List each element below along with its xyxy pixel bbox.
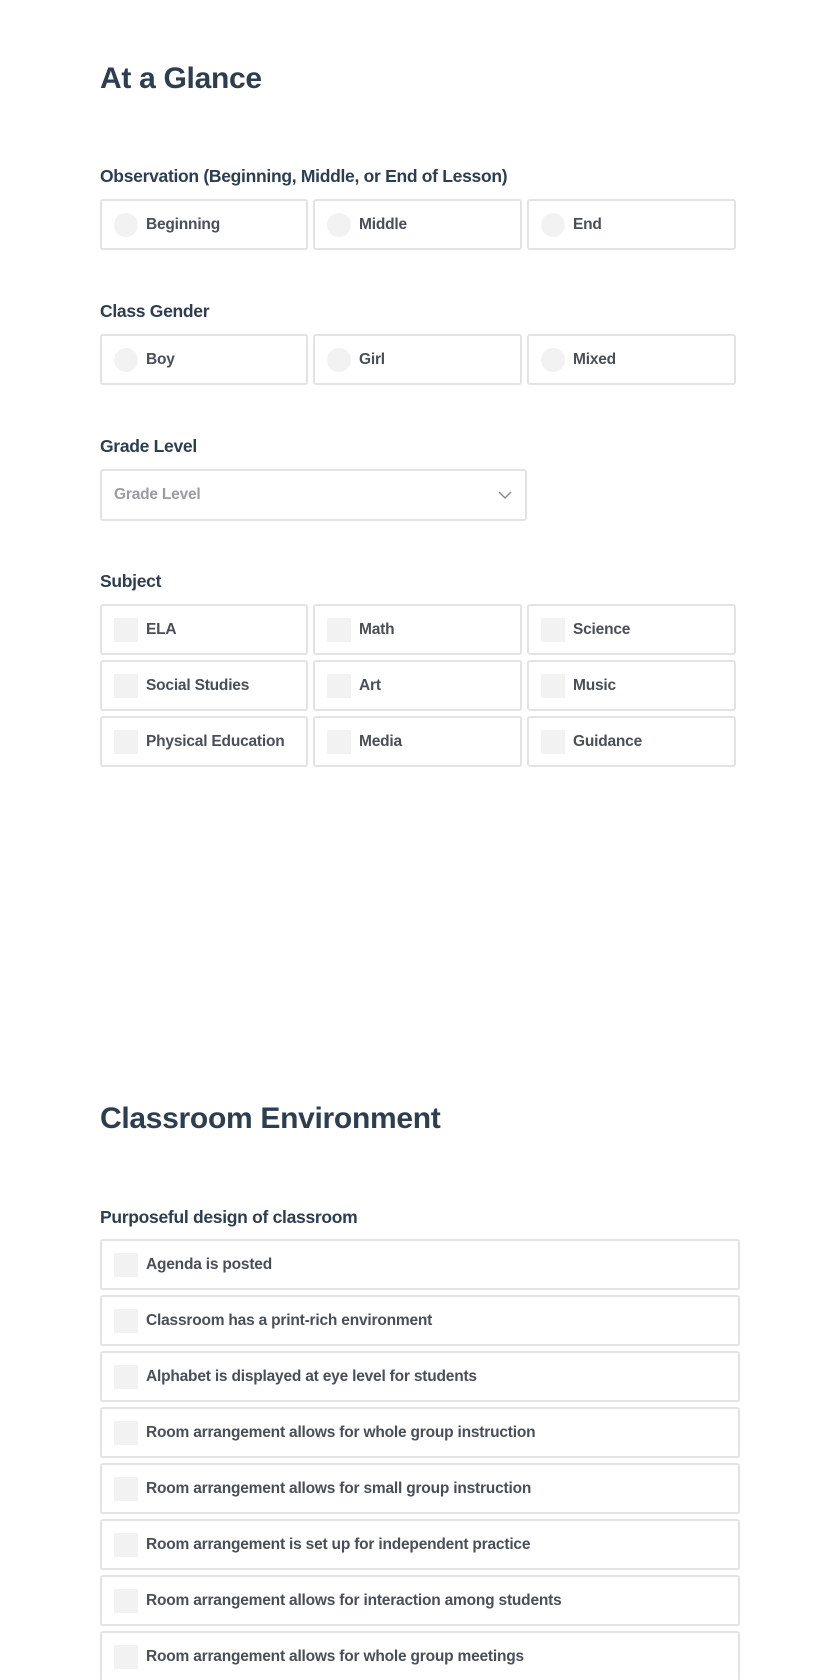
radio-button[interactable] [327,347,351,372]
subject-label: Subject [100,571,162,591]
checkbox-option-music[interactable]: Music [527,660,736,711]
radio-button[interactable] [541,347,565,372]
option-label: Social Studies [146,676,250,694]
option-label: Agenda is posted [146,1255,272,1273]
purposeful-design-checklist: Agenda is posted Classroom has a print-r… [100,1239,740,1680]
checkbox[interactable] [541,729,565,754]
radio-option-middle[interactable]: Middle [313,199,522,250]
option-label: Room arrangement allows for whole group … [146,1647,524,1665]
grade-level-label: Grade Level [100,436,197,456]
option-label: Room arrangement allows for interaction … [146,1591,562,1609]
checkbox[interactable] [541,617,565,642]
radio-option-boy[interactable]: Boy [100,334,308,385]
chevron-down-icon [498,491,512,500]
radio-option-end[interactable]: End [527,199,736,250]
option-label: ELA [146,620,177,638]
checklist-item[interactable]: Room arrangement allows for whole group … [100,1407,740,1458]
option-label: Guidance [573,732,643,750]
section-title-at-a-glance: At a Glance [100,62,262,95]
checklist-item[interactable]: Room arrangement is set up for independe… [100,1519,740,1570]
option-label: Boy [146,350,175,368]
checkbox[interactable] [114,1644,138,1669]
checkbox-option-physical-education[interactable]: Physical Education [100,716,308,767]
option-label: End [573,215,602,233]
checkbox[interactable] [114,1420,138,1445]
option-label: Classroom has a print-rich environment [146,1311,433,1329]
checkbox[interactable] [114,1476,138,1501]
checkbox[interactable] [114,617,138,642]
option-label: Room arrangement allows for whole group … [146,1423,536,1441]
option-label: Beginning [146,215,220,233]
option-label: Science [573,620,631,638]
grade-level-placeholder: Grade Level [114,486,201,503]
option-label: Physical Education [146,732,285,750]
checkbox-option-media[interactable]: Media [313,716,522,767]
subject-checkbox-group: ELA Math Science Social Studies Art Musi… [100,604,736,767]
radio-option-girl[interactable]: Girl [313,334,522,385]
option-label: Mixed [573,350,616,368]
checkbox[interactable] [114,1532,138,1557]
checklist-item[interactable]: Room arrangement allows for small group … [100,1463,740,1514]
option-label: Math [359,620,395,638]
checkbox-option-science[interactable]: Science [527,604,736,655]
section-title-classroom-environment: Classroom Environment [100,1102,441,1135]
purposeful-design-label: Purposeful design of classroom [100,1207,358,1227]
checkbox-option-math[interactable]: Math [313,604,522,655]
checkbox-option-art[interactable]: Art [313,660,522,711]
radio-option-beginning[interactable]: Beginning [100,199,308,250]
option-label: Alphabet is displayed at eye level for s… [146,1367,477,1385]
checkbox[interactable] [114,673,138,698]
checkbox[interactable] [327,617,351,642]
grade-level-select[interactable]: Grade Level [100,469,527,521]
checkbox[interactable] [114,729,138,754]
checkbox[interactable] [114,1588,138,1613]
checkbox[interactable] [327,729,351,754]
checklist-item[interactable]: Alphabet is displayed at eye level for s… [100,1351,740,1402]
option-label: Room arrangement allows for small group … [146,1479,532,1497]
checklist-item[interactable]: Classroom has a print-rich environment [100,1295,740,1346]
radio-button[interactable] [541,212,565,237]
option-label: Middle [359,215,407,233]
checkbox-option-guidance[interactable]: Guidance [527,716,736,767]
checkbox-option-social-studies[interactable]: Social Studies [100,660,308,711]
checklist-item[interactable]: Room arrangement allows for interaction … [100,1575,740,1626]
checkbox-option-ela[interactable]: ELA [100,604,308,655]
class-gender-label: Class Gender [100,301,210,321]
radio-button[interactable] [114,347,138,372]
observation-radio-group: Beginning Middle End [100,199,736,250]
checklist-item[interactable]: Room arrangement allows for whole group … [100,1631,740,1680]
checkbox[interactable] [327,673,351,698]
class-gender-radio-group: Boy Girl Mixed [100,334,736,385]
checklist-item[interactable]: Agenda is posted [100,1239,740,1290]
option-label: Girl [359,350,385,368]
option-label: Room arrangement is set up for independe… [146,1535,531,1553]
checkbox[interactable] [114,1364,138,1389]
checkbox[interactable] [541,673,565,698]
option-label: Art [359,676,381,694]
radio-button[interactable] [114,212,138,237]
checkbox[interactable] [114,1252,138,1277]
option-label: Media [359,732,402,750]
checkbox[interactable] [114,1308,138,1333]
option-label: Music [573,676,616,694]
radio-option-mixed[interactable]: Mixed [527,334,736,385]
radio-button[interactable] [327,212,351,237]
observation-label: Observation (Beginning, Middle, or End o… [100,166,508,186]
